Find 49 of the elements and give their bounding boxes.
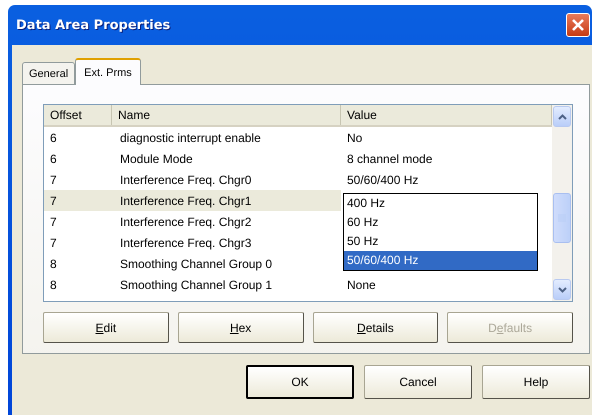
action-button[interactable]: Edit [43, 312, 169, 343]
action-button[interactable]: Hex [178, 312, 304, 343]
offset-cell-text: 7 [49, 194, 58, 208]
dropdown-option[interactable]: 60 Hz [344, 213, 537, 232]
window-title: Data Area Properties [15, 18, 170, 32]
dropdown-option[interactable]: 50 Hz [344, 232, 537, 251]
dropdown-option[interactable]: 400 Hz [344, 194, 537, 213]
scroll-up-button[interactable] [553, 106, 571, 127]
offset-cell-text: 7 [49, 172, 58, 186]
column-header[interactable]: Offset [44, 105, 112, 125]
list-row[interactable]: 8 Smoothing Channel Group 0 [44, 253, 341, 274]
list-row[interactable]: 6 Module Mode [44, 148, 341, 169]
list-row[interactable]: 7 Interference Freq. Chgr2 [44, 211, 341, 232]
close-button[interactable] [566, 13, 590, 37]
offset-cell-text: 6 [49, 130, 58, 144]
list-row[interactable]: 7 Interference Freq. Chgr3 [44, 232, 341, 253]
name-cell-text: Module Mode [119, 152, 194, 166]
tab[interactable]: General [22, 62, 76, 84]
name-cell-text: Interference Freq. Chgr1 [119, 194, 252, 208]
dialog-button[interactable]: Cancel [364, 365, 472, 399]
value-cell-text: None [346, 276, 377, 294]
close-icon [571, 18, 585, 32]
offset-cell-text: 7 [49, 236, 58, 250]
scroll-thumb[interactable] [553, 193, 571, 243]
offset-cell-text: 7 [49, 214, 58, 228]
column-header[interactable]: Name [112, 105, 341, 125]
value-cell-text: 8 channel mode [346, 150, 434, 168]
name-cell-text: Smoothing Channel Group 0 [119, 256, 274, 270]
scrollbar[interactable] [552, 105, 572, 301]
list-row[interactable]: 8 Smoothing Channel Group 1 [44, 274, 341, 295]
value-cell-text: No [346, 130, 364, 146]
name-cell-text: Interference Freq. Chgr3 [119, 236, 252, 250]
offset-cell-text: 8 [49, 256, 58, 270]
name-cell-text: diagnostic interrupt enable [119, 130, 262, 144]
tab[interactable]: Ext. Prms [75, 58, 141, 85]
list-row[interactable]: 7 Interference Freq. Chgr0 [44, 169, 341, 190]
dialog-button[interactable]: Help [482, 365, 590, 399]
value-cell-text: 50/60/400 Hz [346, 172, 420, 188]
scroll-down-button[interactable] [553, 279, 571, 300]
name-cell-text: Interference Freq. Chgr2 [119, 214, 252, 228]
action-button[interactable]: Details [312, 312, 438, 343]
dialog-button[interactable]: OK [246, 365, 354, 399]
name-cell-text: Smoothing Channel Group 1 [119, 278, 274, 292]
list-row[interactable]: 7 Interference Freq. Chgr1 [44, 190, 341, 211]
offset-cell-text: 8 [49, 278, 58, 292]
dropdown-option[interactable]: 50/60/400 Hz [344, 251, 537, 270]
offset-cell-text: 6 [49, 152, 58, 166]
name-cell-text: Interference Freq. Chgr0 [119, 172, 252, 186]
list-row[interactable]: 6 diagnostic interrupt enable [44, 127, 341, 148]
